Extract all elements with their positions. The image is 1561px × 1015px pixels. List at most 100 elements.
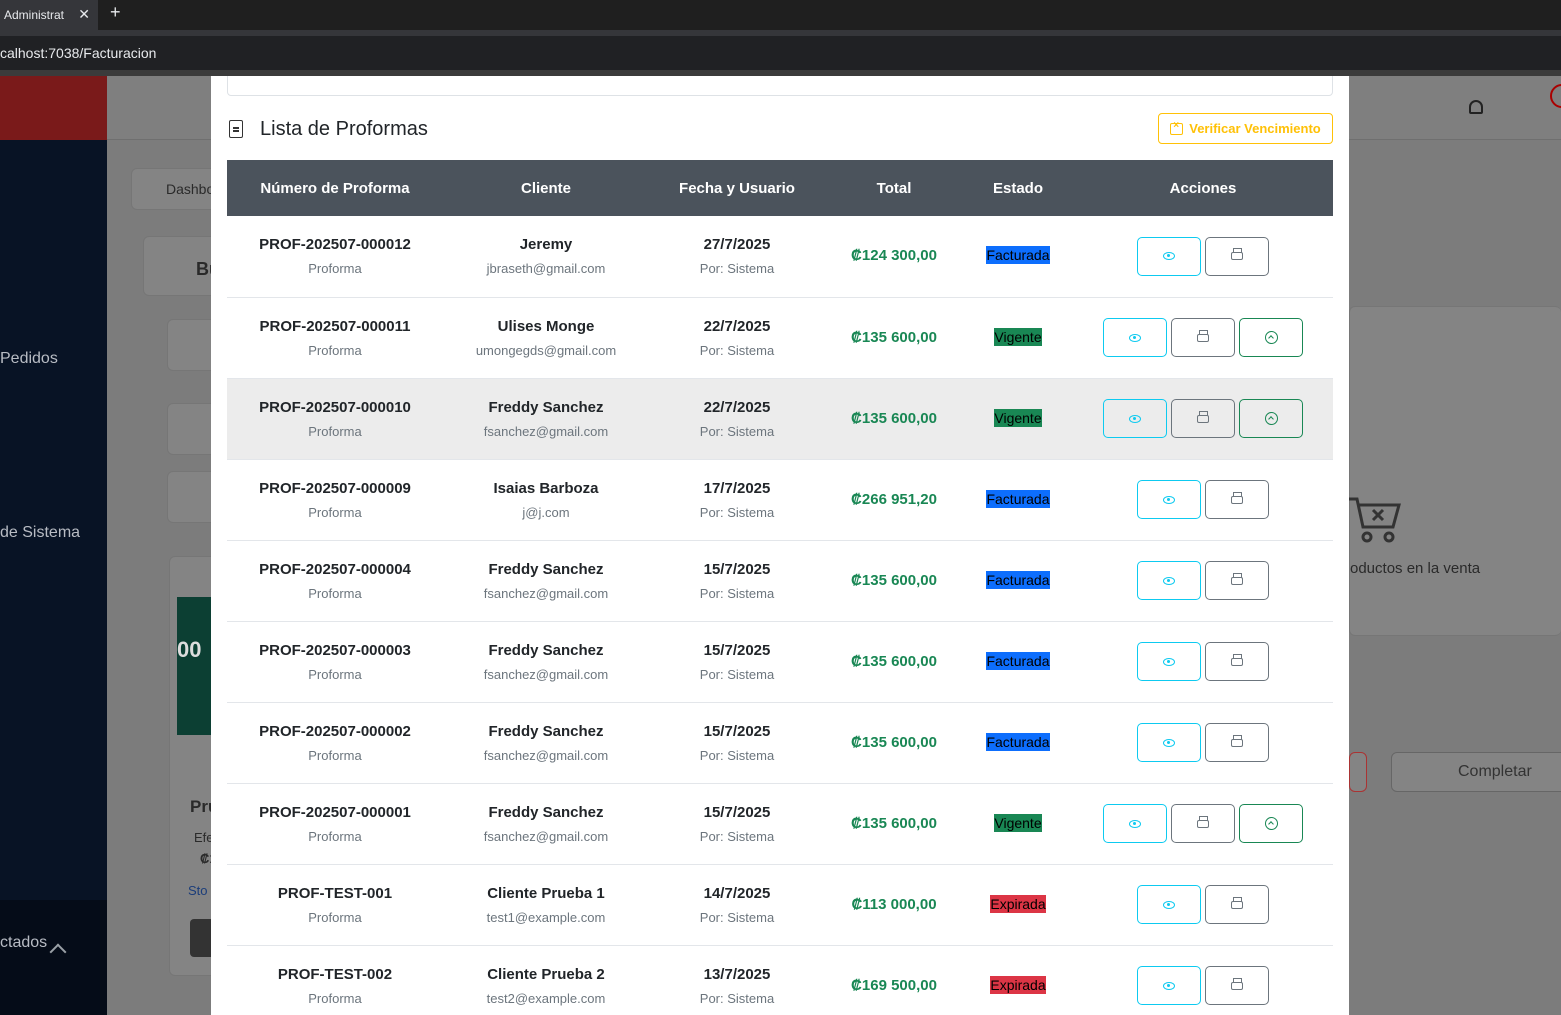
view-proforma-button[interactable] <box>1137 561 1201 600</box>
close-tab-icon[interactable]: ✕ <box>78 6 90 23</box>
view-proforma-button[interactable] <box>1137 885 1201 924</box>
table-header-row: Número de Proforma Cliente Fecha y Usuar… <box>227 160 1333 216</box>
proforma-date: 14/7/2025 <box>703 884 771 902</box>
view-proforma-button[interactable] <box>1137 480 1201 519</box>
print-proforma-button[interactable] <box>1171 399 1235 438</box>
table-row[interactable]: PROF-202507-000009 Proforma Isaias Barboza… <box>227 459 1333 540</box>
cancel-sale-button[interactable] <box>1349 752 1367 792</box>
table-row[interactable]: PROF-TEST-002 Proforma Cliente Prueba 2 tes… <box>227 945 1333 1015</box>
column-header-fecha: Fecha y Usuario <box>679 179 795 197</box>
print-proforma-button[interactable] <box>1205 642 1269 681</box>
printer-icon <box>1197 329 1209 342</box>
cell-total: ₡266 951,20 <box>825 459 963 540</box>
cell-fecha: 15/7/2025 Por: Sistema <box>649 540 825 621</box>
verify-expiration-button[interactable]: Verificar Vencimiento <box>1158 113 1333 144</box>
row-actions <box>1073 399 1333 438</box>
proforma-type: Proforma <box>308 585 362 601</box>
cell-cliente: Freddy Sanchez fsanchez@gmail.com <box>443 378 649 459</box>
bell-icon[interactable] <box>1469 100 1483 114</box>
table-row[interactable]: PROF-202507-000004 Proforma Freddy Sanchez… <box>227 540 1333 621</box>
cell-fecha: 22/7/2025 Por: Sistema <box>649 297 825 378</box>
cell-total: ₡135 600,00 <box>825 702 963 783</box>
table-row[interactable]: PROF-202507-000011 Proforma Ulises Monge um… <box>227 297 1333 378</box>
convert-to-invoice-button[interactable] <box>1239 318 1303 357</box>
print-proforma-button[interactable] <box>1205 236 1269 276</box>
view-proforma-button[interactable] <box>1103 804 1167 843</box>
complete-sale-button[interactable]: Completar <box>1391 752 1561 792</box>
cell-acciones <box>1073 702 1333 783</box>
modal-header: Lista de Proformas Verificar Vencimiento <box>227 112 1333 148</box>
row-actions <box>1073 804 1333 843</box>
print-proforma-button[interactable] <box>1205 966 1269 1005</box>
cell-fecha: 15/7/2025 Por: Sistema <box>649 621 825 702</box>
arrow-up-circle-icon <box>1264 817 1278 830</box>
client-name: Freddy Sanchez <box>488 641 604 659</box>
cell-total: ₡135 600,00 <box>825 783 963 864</box>
browser-tab-title: Administrat <box>4 8 65 22</box>
proforma-user: Por: Sistema <box>699 261 775 277</box>
printer-icon <box>1197 410 1209 423</box>
print-proforma-button[interactable] <box>1205 480 1269 519</box>
row-actions <box>1073 642 1333 681</box>
table-row[interactable]: PROF-202507-000002 Proforma Freddy Sanchez… <box>227 702 1333 783</box>
eye-icon <box>1163 981 1175 990</box>
client-email: fsanchez@gmail.com <box>483 585 609 601</box>
status-badge: Facturada <box>986 651 1050 670</box>
browser-tab[interactable]: Administrat ✕ <box>0 0 98 30</box>
address-bar[interactable]: calhost:7038/Facturacion <box>0 36 1561 70</box>
print-proforma-button[interactable] <box>1205 561 1269 600</box>
proforma-type: Proforma <box>308 828 362 844</box>
eye-icon <box>1129 333 1141 342</box>
print-proforma-button[interactable] <box>1171 804 1235 843</box>
proforma-type: Proforma <box>308 747 362 763</box>
status-badge: Vigente <box>994 408 1042 427</box>
cell-cliente: Isaias Barboza j@j.com <box>443 459 649 540</box>
breadcrumb-dashboard[interactable]: Dashbo <box>166 181 214 197</box>
column-header-cliente: Cliente <box>520 179 571 197</box>
sidebar-item-pedidos[interactable]: Pedidos <box>0 350 58 368</box>
view-proforma-button[interactable] <box>1103 318 1167 357</box>
table-row[interactable]: PROF-202507-000003 Proforma Freddy Sanchez… <box>227 621 1333 702</box>
new-tab-icon[interactable]: + <box>110 2 121 23</box>
proforma-date: 13/7/2025 <box>703 965 771 983</box>
proforma-number: PROF-202507-000012 <box>259 236 411 254</box>
print-proforma-button[interactable] <box>1171 318 1235 357</box>
proforma-type: Proforma <box>308 423 362 439</box>
convert-to-invoice-button[interactable] <box>1239 804 1303 843</box>
empty-cart-text: oductos en la venta <box>1350 560 1481 577</box>
status-badge: Facturada <box>986 570 1050 589</box>
view-proforma-button[interactable] <box>1137 966 1201 1005</box>
print-proforma-button[interactable] <box>1205 723 1269 762</box>
sidebar-item-contactados[interactable]: ctados <box>0 934 47 952</box>
eye-icon <box>1163 657 1175 666</box>
print-proforma-button[interactable] <box>1205 885 1269 924</box>
table-row[interactable]: PROF-202507-000001 Proforma Freddy Sanchez… <box>227 783 1333 864</box>
convert-to-invoice-button[interactable] <box>1239 399 1303 438</box>
cell-fecha: 13/7/2025 Por: Sistema <box>649 945 825 1015</box>
table-row[interactable]: PROF-202507-000012 Proforma Jeremy jbraseth… <box>227 216 1333 297</box>
proforma-number: PROF-202507-000001 <box>259 803 411 821</box>
modal-search-input[interactable] <box>227 76 1333 96</box>
status-badge: Vigente <box>994 327 1042 346</box>
cell-numero: PROF-TEST-002 Proforma <box>227 945 443 1015</box>
proforma-number: PROF-202507-000010 <box>259 398 411 416</box>
sidebar-item-sistema[interactable]: de Sistema <box>0 524 80 542</box>
client-email: jbraseth@gmail.com <box>486 261 606 277</box>
view-proforma-button[interactable] <box>1137 723 1201 762</box>
view-proforma-button[interactable] <box>1137 236 1201 276</box>
table-row[interactable]: PROF-202507-000010 Proforma Freddy Sanchez… <box>227 378 1333 459</box>
status-badge: Facturada <box>986 732 1050 751</box>
eye-icon <box>1163 900 1175 909</box>
cell-fecha: 15/7/2025 Por: Sistema <box>649 783 825 864</box>
client-email: test2@example.com <box>486 990 606 1006</box>
proforma-type: Proforma <box>308 261 362 277</box>
proforma-total: ₡135 600,00 <box>851 814 937 832</box>
row-actions <box>1073 966 1333 1005</box>
table-row[interactable]: PROF-TEST-001 Proforma Cliente Prueba 1 tes… <box>227 864 1333 945</box>
proforma-date: 22/7/2025 <box>703 317 771 335</box>
proforma-date: 15/7/2025 <box>703 803 771 821</box>
view-proforma-button[interactable] <box>1103 399 1167 438</box>
view-proforma-button[interactable] <box>1137 642 1201 681</box>
proforma-total: ₡135 600,00 <box>851 571 937 589</box>
proforma-total: ₡266 951,20 <box>851 490 937 508</box>
